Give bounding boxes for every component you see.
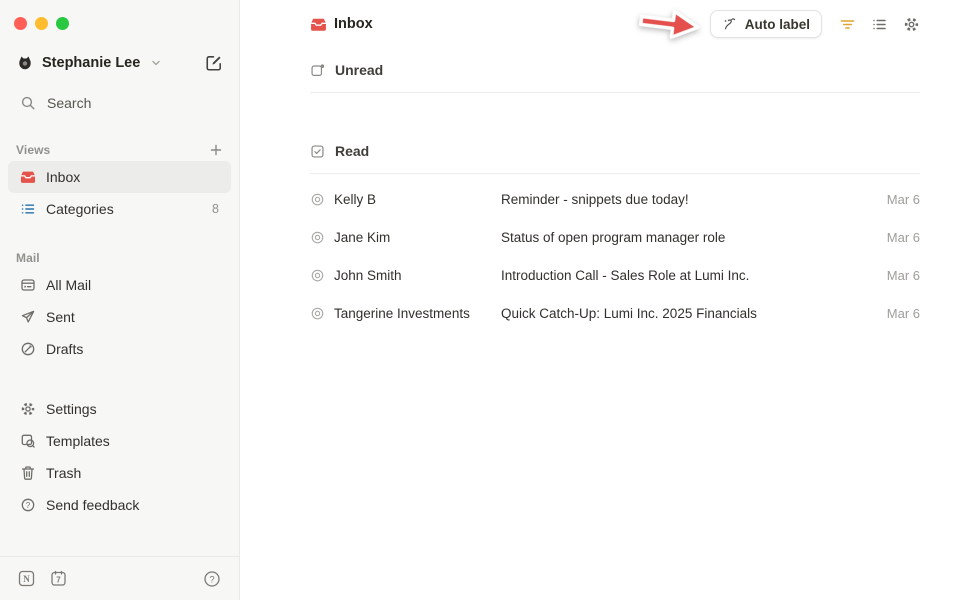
sidebar-item-send-feedback[interactable]: ? Send feedback <box>8 489 231 521</box>
read-status-icon[interactable] <box>310 230 325 245</box>
gear-icon <box>20 401 36 417</box>
question-circle-icon: ? <box>20 497 36 513</box>
sidebar-item-label: Trash <box>46 465 81 481</box>
sidebar-item-label: All Mail <box>46 277 91 293</box>
window-controls <box>0 0 239 30</box>
sidebar-item-trash[interactable]: Trash <box>8 457 231 489</box>
email-sender: Kelly B <box>334 192 501 207</box>
views-section-header: Views <box>16 139 223 161</box>
auto-label-button-label: Auto label <box>745 17 810 32</box>
all-mail-icon <box>20 277 36 293</box>
auto-label-button[interactable]: Auto label <box>710 10 822 38</box>
read-status-icon[interactable] <box>310 192 325 207</box>
account-name: Stephanie Lee <box>42 55 140 71</box>
settings-gear-icon[interactable] <box>903 16 920 33</box>
avatar <box>16 54 34 72</box>
send-icon <box>20 309 36 325</box>
email-date: Mar 6 <box>875 306 920 321</box>
sidebar-item-settings[interactable]: Settings <box>8 393 231 425</box>
sidebar-item-sent[interactable]: Sent <box>8 301 231 333</box>
templates-icon <box>20 433 36 449</box>
email-subject: Quick Catch-Up: Lumi Inc. 2025 Financial… <box>501 306 875 321</box>
sidebar-item-categories[interactable]: Categories 8 <box>8 193 231 225</box>
email-date: Mar 6 <box>875 192 920 207</box>
sidebar-bottom-bar: N 7 ? <box>0 556 239 600</box>
email-row[interactable]: Kelly B Reminder - snippets due today! M… <box>310 180 920 218</box>
sidebar-item-label: Drafts <box>46 341 83 357</box>
read-section-header[interactable]: Read <box>310 137 920 165</box>
mail-section-header: Mail <box>16 247 223 269</box>
email-row[interactable]: Tangerine Investments Quick Catch-Up: Lu… <box>310 294 920 332</box>
sidebar: Stephanie Lee Search Views Inbox <box>0 0 240 600</box>
account-switcher[interactable]: Stephanie Lee <box>16 54 223 72</box>
search-icon <box>20 95 36 111</box>
search-input[interactable]: Search <box>20 95 223 111</box>
email-date: Mar 6 <box>875 230 920 245</box>
inbox-icon <box>310 16 327 33</box>
zoom-window-button[interactable] <box>56 17 69 30</box>
email-sender: Tangerine Investments <box>334 306 501 321</box>
help-icon[interactable]: ? <box>203 570 221 588</box>
close-window-button[interactable] <box>14 17 27 30</box>
trash-icon <box>20 465 36 481</box>
read-status-icon[interactable] <box>310 268 325 283</box>
annotation-arrow-icon <box>636 0 704 48</box>
sidebar-spacer <box>0 521 239 556</box>
email-row[interactable]: Jane Kim Status of open program manager … <box>310 218 920 256</box>
mail-section-label: Mail <box>16 251 40 265</box>
svg-text:?: ? <box>26 501 31 510</box>
views-section-label: Views <box>16 143 50 157</box>
sidebar-item-label: Sent <box>46 309 75 325</box>
sidebar-item-inbox[interactable]: Inbox <box>8 161 231 193</box>
email-date: Mar 6 <box>875 268 920 283</box>
email-subject: Status of open program manager role <box>501 230 875 245</box>
mail-list-pane: Inbox Auto label <box>240 0 960 600</box>
header-toolbar <box>839 16 920 33</box>
add-view-icon[interactable] <box>209 143 223 157</box>
filter-icon[interactable] <box>839 16 856 33</box>
unread-section-header[interactable]: Unread <box>310 56 920 84</box>
auto-label-sparkle-icon <box>722 16 738 32</box>
sidebar-item-all-mail[interactable]: All Mail <box>8 269 231 301</box>
section-divider <box>310 92 920 93</box>
email-sender: John Smith <box>334 268 501 283</box>
sidebar-item-label: Settings <box>46 401 97 417</box>
sidebar-item-label: Categories <box>46 201 114 217</box>
svg-text:?: ? <box>209 574 214 585</box>
chevron-down-icon <box>150 57 162 69</box>
notion-logo-icon[interactable]: N <box>18 570 35 587</box>
read-status-icon[interactable] <box>310 306 325 321</box>
categories-icon <box>20 201 36 217</box>
email-subject: Introduction Call - Sales Role at Lumi I… <box>501 268 875 283</box>
sidebar-item-label: Inbox <box>46 169 80 185</box>
page-title: Inbox <box>334 16 373 32</box>
calendar-icon[interactable]: 7 <box>50 570 67 587</box>
compose-icon[interactable] <box>205 54 223 72</box>
drafts-icon <box>20 341 36 357</box>
list-view-icon[interactable] <box>871 16 888 33</box>
minimize-window-button[interactable] <box>35 17 48 30</box>
email-row[interactable]: John Smith Introduction Call - Sales Rol… <box>310 256 920 294</box>
search-placeholder: Search <box>47 95 91 111</box>
main-header: Inbox Auto label <box>310 0 920 38</box>
unread-section-label: Unread <box>335 62 383 78</box>
svg-text:7: 7 <box>56 576 61 585</box>
read-section-label: Read <box>335 143 369 159</box>
unread-icon <box>310 63 325 78</box>
email-subject: Reminder - snippets due today! <box>501 192 875 207</box>
svg-text:N: N <box>23 574 30 584</box>
sidebar-item-label: Templates <box>46 433 110 449</box>
read-email-list: Kelly B Reminder - snippets due today! M… <box>310 180 920 332</box>
section-divider <box>310 173 920 174</box>
email-sender: Jane Kim <box>334 230 501 245</box>
read-icon <box>310 144 325 159</box>
categories-count-badge: 8 <box>212 202 219 216</box>
mail-app-window: Stephanie Lee Search Views Inbox <box>0 0 960 600</box>
sidebar-item-templates[interactable]: Templates <box>8 425 231 457</box>
sidebar-item-drafts[interactable]: Drafts <box>8 333 231 365</box>
inbox-icon <box>20 169 36 185</box>
sidebar-item-label: Send feedback <box>46 497 139 513</box>
